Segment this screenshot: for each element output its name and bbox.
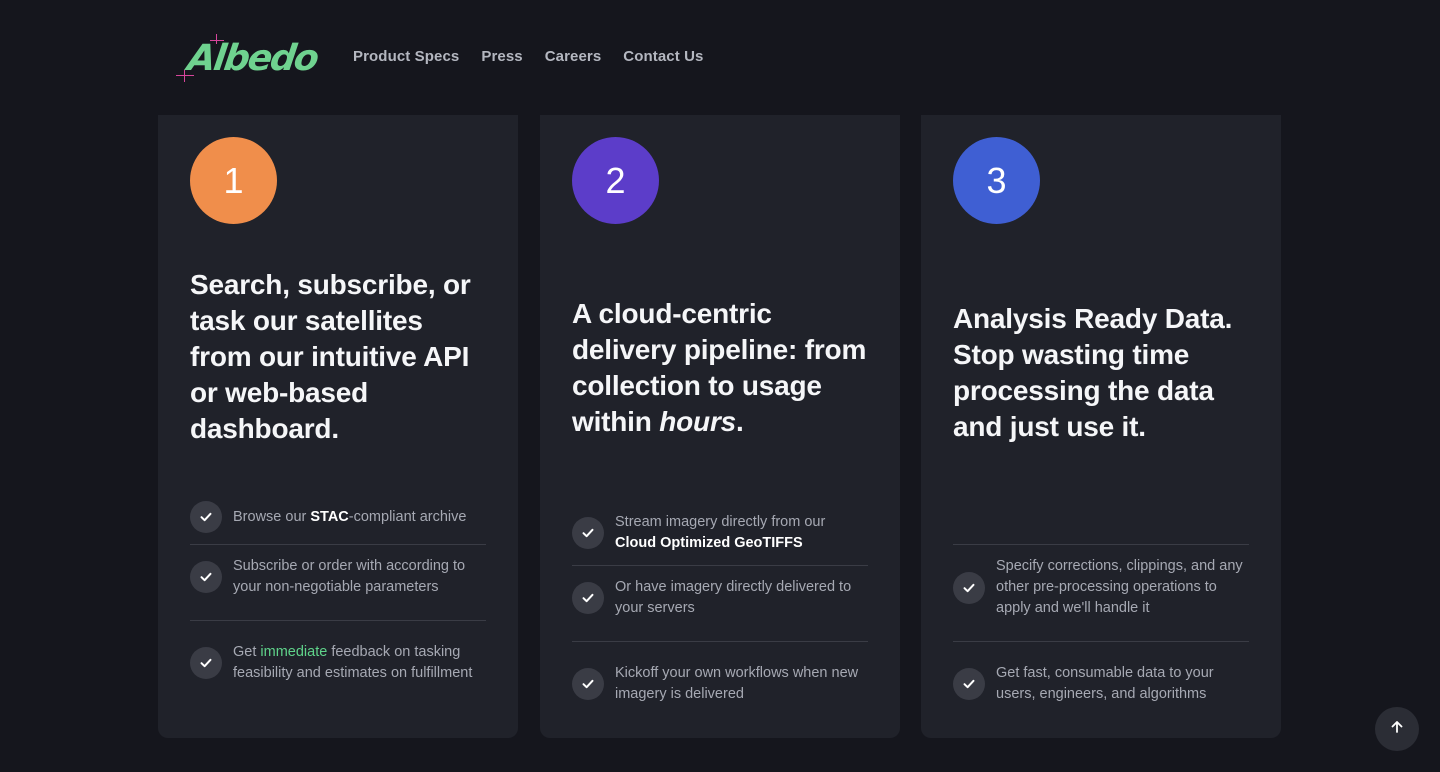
feature-text: Get fast, consumable data to your users,… [996, 665, 1214, 702]
step-card-2: 2 A cloud-centric delivery pipeline: fro… [540, 115, 900, 738]
check-icon [953, 571, 985, 604]
albedo-logo[interactable]: Albedo [172, 34, 320, 82]
check-icon [190, 561, 222, 593]
nav-contact-us[interactable]: Contact Us [623, 48, 703, 65]
card-title: Analysis Ready Data. Stop wasting time p… [953, 303, 1233, 442]
divider [190, 620, 486, 621]
nav-careers[interactable]: Careers [545, 48, 602, 65]
feature-text: Specify corrections, clippings, and any … [996, 558, 1243, 616]
feature-text: Get immediate feedback on tasking feasib… [233, 644, 473, 681]
feature-item: Or have imagery directly delivered to yo… [572, 577, 868, 619]
feature-item: Stream imagery directly from our Cloud O… [572, 512, 868, 554]
check-icon [572, 517, 604, 549]
site-header: Albedo Product Specs Press Careers Conta… [0, 0, 1440, 115]
step-number-badge: 3 [953, 137, 1040, 224]
logo-text: Albedo [185, 38, 320, 79]
highlight-text: immediate [260, 644, 328, 660]
step-card-3: 3 Analysis Ready Data. Stop wasting time… [921, 115, 1281, 738]
divider [953, 544, 1249, 545]
feature-item: Get fast, consumable data to your users,… [953, 663, 1249, 705]
card-title: A cloud-centric delivery pipeline: from … [572, 298, 867, 437]
check-icon [190, 647, 222, 679]
nav-product-specs[interactable]: Product Specs [353, 48, 459, 65]
step-number-badge: 2 [572, 137, 659, 224]
arrow-up-icon [1389, 719, 1405, 740]
check-icon [572, 668, 604, 700]
scroll-to-top-button[interactable] [1375, 707, 1419, 751]
step-card-1: 1 Search, subscribe, or task our satelli… [158, 115, 518, 738]
page: Albedo Product Specs Press Careers Conta… [0, 0, 1440, 772]
feature-text: Subscribe or order with according to you… [233, 558, 466, 595]
feature-item: Kickoff your own workflows when new imag… [572, 663, 868, 705]
check-icon [190, 501, 222, 533]
feature-text: Kickoff your own workflows when new imag… [615, 665, 859, 702]
feature-text: Or have imagery directly delivered to yo… [615, 579, 852, 616]
feature-item: Subscribe or order with according to you… [190, 556, 486, 598]
divider [572, 565, 868, 566]
step-number-badge: 1 [190, 137, 277, 224]
card-title: Search, subscribe, or task our satellite… [190, 269, 471, 444]
feature-item: Browse our STAC-compliant archive [190, 501, 486, 533]
check-icon [953, 668, 985, 700]
check-icon [572, 582, 604, 614]
divider [190, 544, 486, 545]
nav-press[interactable]: Press [481, 48, 522, 65]
divider [572, 641, 868, 642]
divider [953, 641, 1249, 642]
feature-item: Specify corrections, clippings, and any … [953, 556, 1249, 619]
feature-text: Browse our STAC-compliant archive [233, 508, 467, 525]
feature-text: Stream imagery directly from our Cloud O… [615, 514, 826, 551]
feature-item: Get immediate feedback on tasking feasib… [190, 642, 486, 684]
main-nav: Product Specs Press Careers Contact Us [353, 48, 703, 65]
